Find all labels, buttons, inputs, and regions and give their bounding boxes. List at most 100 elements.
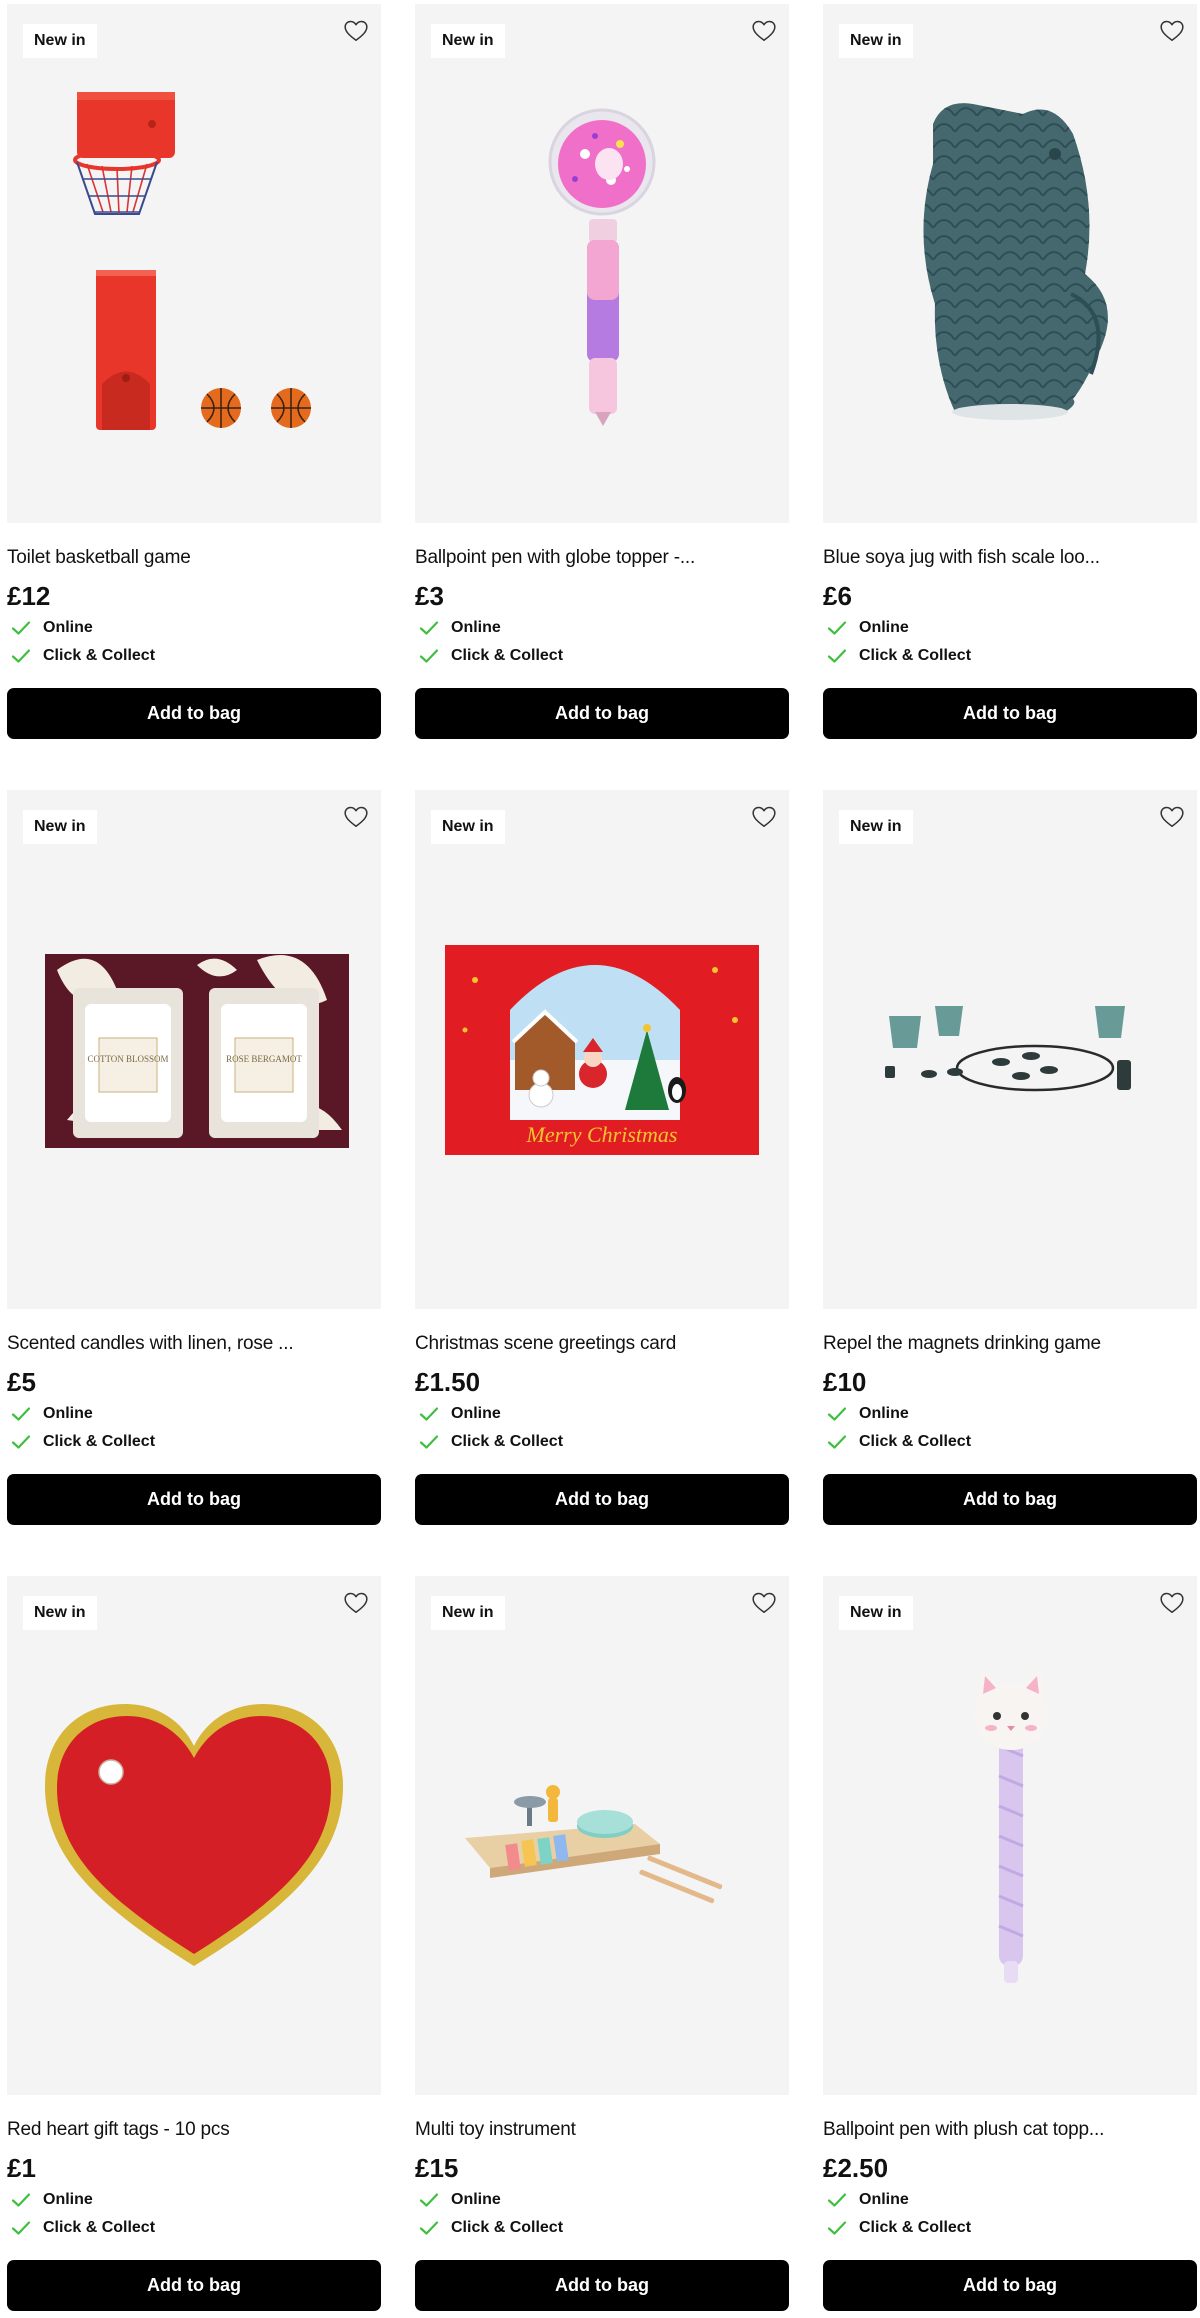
product-image-tile[interactable]: New in bbox=[415, 4, 789, 523]
add-to-bag-button[interactable]: Add to bag bbox=[823, 1474, 1197, 1525]
add-to-bag-button[interactable]: Add to bag bbox=[415, 1474, 789, 1525]
heart-gift-tag-image[interactable] bbox=[7, 1576, 381, 2095]
availability-list: Online Click & Collect bbox=[7, 1400, 381, 1456]
availability-click-collect: Click & Collect bbox=[415, 1428, 789, 1456]
product-title[interactable]: Blue soya jug with fish scale loo... bbox=[823, 547, 1197, 569]
product-image-tile[interactable]: New in bbox=[7, 4, 381, 523]
product-image-tile[interactable]: New in bbox=[823, 1576, 1197, 2095]
checkmark-icon bbox=[11, 648, 31, 664]
product-price: £10 bbox=[823, 1367, 867, 1397]
add-to-bag-button[interactable]: Add to bag bbox=[7, 2260, 381, 2311]
product-title[interactable]: Red heart gift tags - 10 pcs bbox=[7, 2119, 381, 2141]
availability-click-collect: Click & Collect bbox=[415, 642, 789, 670]
add-to-bag-button[interactable]: Add to bag bbox=[415, 2260, 789, 2311]
availability-online: Online bbox=[415, 2186, 789, 2214]
availability-list: Online Click & Collect bbox=[7, 2186, 381, 2242]
product-title[interactable]: Ballpoint pen with globe topper -... bbox=[415, 547, 789, 569]
availability-list: Online Click & Collect bbox=[823, 1400, 1197, 1456]
checkmark-icon bbox=[827, 1406, 847, 1422]
heart-outline-icon[interactable] bbox=[1157, 1588, 1187, 1618]
checkmark-icon bbox=[419, 1434, 439, 1450]
checkmark-icon bbox=[827, 648, 847, 664]
new-in-badge: New in bbox=[23, 24, 97, 58]
availability-click-collect: Click & Collect bbox=[823, 642, 1197, 670]
availability-list: Online Click & Collect bbox=[415, 614, 789, 670]
new-in-badge: New in bbox=[23, 1596, 97, 1630]
availability-list: Online Click & Collect bbox=[415, 1400, 789, 1456]
checkmark-icon bbox=[11, 2220, 31, 2236]
add-to-bag-button[interactable]: Add to bag bbox=[7, 1474, 381, 1525]
add-to-bag-button[interactable]: Add to bag bbox=[823, 2260, 1197, 2311]
heart-outline-icon[interactable] bbox=[749, 802, 779, 832]
product-title[interactable]: Christmas scene greetings card bbox=[415, 1333, 789, 1355]
product-title[interactable]: Multi toy instrument bbox=[415, 2119, 789, 2141]
checkmark-icon bbox=[827, 2192, 847, 2208]
new-in-badge: New in bbox=[839, 1596, 913, 1630]
availability-list: Online Click & Collect bbox=[415, 2186, 789, 2242]
product-image-tile[interactable]: Merry Christmas New in bbox=[415, 790, 789, 1309]
checkmark-icon bbox=[419, 1406, 439, 1422]
product-card[interactable]: New in Multi toy instrument £15 Online C… bbox=[415, 1576, 789, 2311]
cat-pen-image[interactable] bbox=[823, 1576, 1197, 2095]
add-to-bag-button[interactable]: Add to bag bbox=[823, 688, 1197, 739]
availability-click-collect: Click & Collect bbox=[7, 2214, 381, 2242]
product-price: £2.50 bbox=[823, 2153, 889, 2183]
product-title[interactable]: Scented candles with linen, rose ... bbox=[7, 1333, 381, 1355]
checkmark-icon bbox=[11, 2192, 31, 2208]
globe-pen-image[interactable] bbox=[415, 4, 789, 523]
product-image-tile[interactable]: COTTON BLOSSOM ROSE BERGAMOT New in bbox=[7, 790, 381, 1309]
heart-outline-icon[interactable] bbox=[749, 16, 779, 46]
new-in-badge: New in bbox=[431, 810, 505, 844]
new-in-badge: New in bbox=[839, 24, 913, 58]
product-card[interactable]: New in Toilet basketball game £12 Online… bbox=[7, 4, 381, 739]
candle-label-text: COTTON BLOSSOM bbox=[87, 1054, 168, 1064]
availability-online: Online bbox=[823, 614, 1197, 642]
toilet-basketball-image[interactable] bbox=[7, 4, 381, 523]
heart-outline-icon[interactable] bbox=[341, 802, 371, 832]
availability-click-collect: Click & Collect bbox=[415, 2214, 789, 2242]
product-card[interactable]: New in Blue soya jug with fish scale loo… bbox=[823, 4, 1197, 739]
new-in-badge: New in bbox=[431, 24, 505, 58]
new-in-badge: New in bbox=[431, 1596, 505, 1630]
christmas-card-image[interactable]: Merry Christmas bbox=[415, 790, 789, 1309]
product-card[interactable]: New in Red heart gift tags - 10 pcs £1 O… bbox=[7, 1576, 381, 2311]
product-card[interactable]: Merry Christmas New in Christmas scene g… bbox=[415, 790, 789, 1525]
checkmark-icon bbox=[827, 2220, 847, 2236]
availability-list: Online Click & Collect bbox=[823, 2186, 1197, 2242]
add-to-bag-button[interactable]: Add to bag bbox=[415, 688, 789, 739]
heart-outline-icon[interactable] bbox=[1157, 802, 1187, 832]
product-price: £15 bbox=[415, 2153, 459, 2183]
product-image-tile[interactable]: New in bbox=[415, 1576, 789, 2095]
product-title[interactable]: Ballpoint pen with plush cat topp... bbox=[823, 2119, 1197, 2141]
product-price: £6 bbox=[823, 581, 852, 611]
add-to-bag-button[interactable]: Add to bag bbox=[7, 688, 381, 739]
heart-outline-icon[interactable] bbox=[341, 1588, 371, 1618]
magnets-game-image[interactable] bbox=[823, 790, 1197, 1309]
checkmark-icon bbox=[827, 1434, 847, 1450]
candle-label-text: ROSE BERGAMOT bbox=[226, 1054, 302, 1064]
heart-outline-icon[interactable] bbox=[1157, 16, 1187, 46]
card-greeting-text: Merry Christmas bbox=[526, 1122, 678, 1147]
heart-outline-icon[interactable] bbox=[749, 1588, 779, 1618]
new-in-badge: New in bbox=[839, 810, 913, 844]
product-card[interactable]: New in Ballpoint pen with globe topper -… bbox=[415, 4, 789, 739]
product-image-tile[interactable]: New in bbox=[7, 1576, 381, 2095]
toy-instrument-image[interactable] bbox=[415, 1576, 789, 2095]
availability-click-collect: Click & Collect bbox=[7, 642, 381, 670]
fish-jug-image[interactable] bbox=[823, 4, 1197, 523]
heart-outline-icon[interactable] bbox=[341, 16, 371, 46]
availability-online: Online bbox=[823, 1400, 1197, 1428]
product-title[interactable]: Repel the magnets drinking game bbox=[823, 1333, 1197, 1355]
availability-click-collect: Click & Collect bbox=[823, 1428, 1197, 1456]
product-image-tile[interactable]: New in bbox=[823, 4, 1197, 523]
product-card[interactable]: COTTON BLOSSOM ROSE BERGAMOT New in Scen… bbox=[7, 790, 381, 1525]
product-price: £12 bbox=[7, 581, 51, 611]
product-card[interactable]: New in Ballpoint pen with plush cat topp… bbox=[823, 1576, 1197, 2311]
product-image-tile[interactable]: New in bbox=[823, 790, 1197, 1309]
product-title[interactable]: Toilet basketball game bbox=[7, 547, 381, 569]
product-price: £1.50 bbox=[415, 1367, 481, 1397]
checkmark-icon bbox=[11, 1406, 31, 1422]
checkmark-icon bbox=[827, 620, 847, 636]
scented-candles-image[interactable]: COTTON BLOSSOM ROSE BERGAMOT bbox=[7, 790, 381, 1309]
product-card[interactable]: New in Repel the magnets drinking game £… bbox=[823, 790, 1197, 1525]
